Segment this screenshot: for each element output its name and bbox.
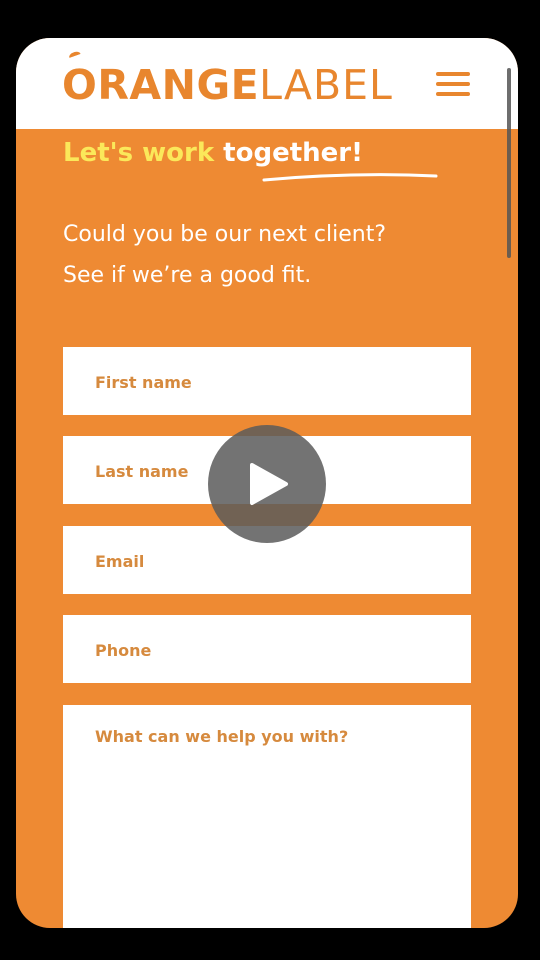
intro-line-1: Could you be our next client? [63,222,387,247]
logo[interactable]: ORANGELABEL [62,50,393,110]
first-name-field[interactable]: First name [63,347,471,415]
message-textarea[interactable]: What can we help you with? [63,705,471,928]
phone-placeholder: Phone [95,641,152,660]
logo-bold-text: ORANGE [62,61,260,109]
headline-part-1: Let's work [63,138,224,168]
first-name-placeholder: First name [95,373,192,392]
play-icon [250,463,288,505]
headline-underline-icon [262,173,438,182]
hamburger-menu-icon[interactable] [436,72,470,96]
play-button[interactable] [208,425,326,543]
headline-part-2: together! [223,138,363,168]
phone-field[interactable]: Phone [63,615,471,683]
intro-line-2: See if we’re a good fit. [63,263,312,288]
email-placeholder: Email [95,552,145,571]
page-headline: Let's work together! [63,138,363,168]
intro-text: Could you be our next client? See if we’… [63,214,483,296]
message-placeholder: What can we help you with? [95,727,349,746]
logo-light-text: LABEL [259,61,393,109]
site-header: ORANGELABEL [16,38,518,129]
last-name-placeholder: Last name [95,462,189,481]
scrollbar[interactable] [507,68,511,258]
